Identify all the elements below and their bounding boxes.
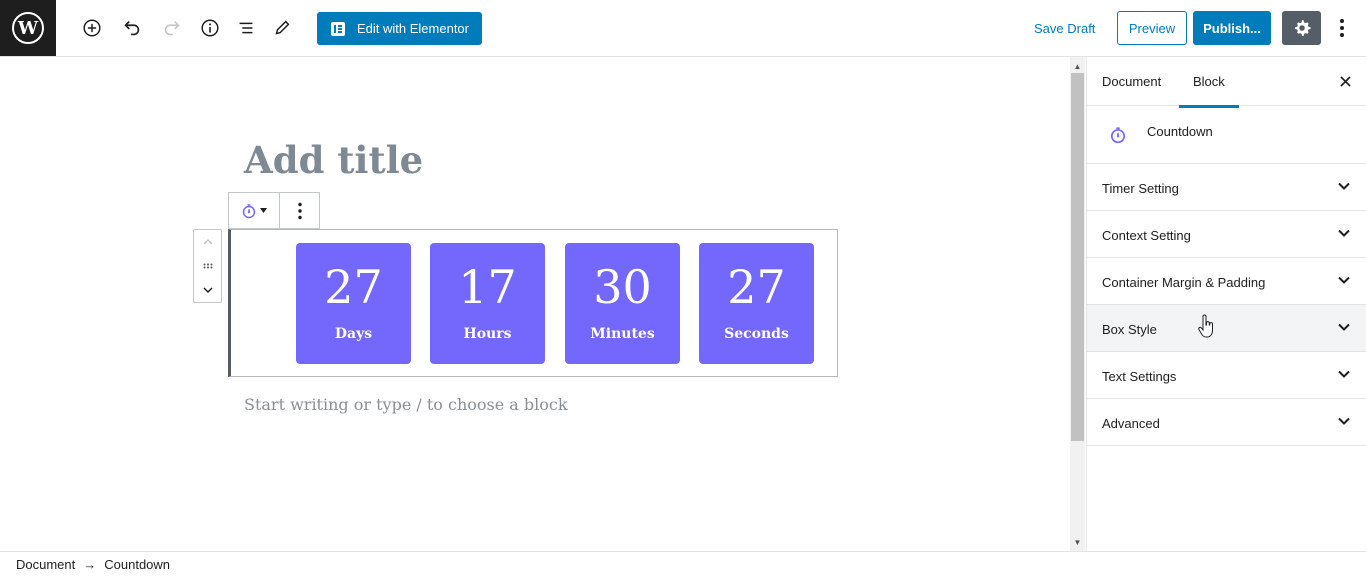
panel-title: Container Margin & Padding: [1102, 275, 1266, 290]
scrollbar-thumb[interactable]: [1071, 73, 1084, 441]
elementor-button-label: Edit with Elementor: [357, 21, 469, 36]
hand-pointer-cursor-icon: [1198, 314, 1213, 338]
countdown-minutes-box: 30 Minutes: [565, 243, 680, 364]
chevron-down-icon: [1338, 276, 1350, 284]
editor-scrollbar[interactable]: ▲ ▼: [1070, 57, 1085, 551]
default-block-appender[interactable]: Start writing or type / to choose a bloc…: [244, 395, 568, 414]
countdown-label: Days: [334, 326, 373, 342]
sidebar-tabs: Document Block: [1087, 57, 1366, 108]
scroll-up-arrow-icon[interactable]: ▲: [1070, 59, 1085, 73]
save-draft-button[interactable]: Save Draft: [1034, 21, 1095, 36]
panel-title: Box Style: [1102, 322, 1157, 337]
editor-header: W Edit with Elementor Save Draft Preview…: [0, 0, 1366, 57]
countdown-value: 27: [324, 260, 383, 314]
drag-handle-icon[interactable]: [203, 263, 213, 269]
move-down-icon[interactable]: [203, 287, 213, 293]
settings-sidebar: Document Block Countdown Timer Setting C…: [1086, 57, 1366, 551]
panel-box-style[interactable]: Box Style: [1087, 305, 1366, 352]
breadcrumb-item-countdown[interactable]: Countdown: [104, 557, 170, 572]
wordpress-logo-button[interactable]: W: [0, 0, 56, 56]
panel-timer-setting[interactable]: Timer Setting: [1087, 164, 1366, 211]
countdown-seconds-box: 27 Seconds: [699, 243, 814, 364]
move-up-icon[interactable]: [203, 239, 213, 245]
panel-title: Advanced: [1102, 416, 1160, 431]
countdown-icon: [242, 203, 256, 218]
list-view-icon: [239, 22, 253, 34]
block-card-title: Countdown: [1147, 124, 1213, 139]
vertical-ellipsis-icon: [297, 202, 302, 219]
panel-container-margin-padding[interactable]: Container Margin & Padding: [1087, 258, 1366, 305]
countdown-days-box: 27 Days: [296, 243, 411, 364]
info-icon: [201, 19, 219, 37]
panel-title: Context Setting: [1102, 228, 1191, 243]
panel-context-setting[interactable]: Context Setting: [1087, 211, 1366, 258]
countdown-label: Hours: [463, 326, 512, 342]
content-info-button[interactable]: [196, 14, 224, 42]
wordpress-icon: W: [12, 12, 44, 44]
plus-circle-icon: [83, 19, 101, 37]
panel-title: Text Settings: [1102, 369, 1177, 384]
countdown-hours-box: 17 Hours: [430, 243, 545, 364]
redo-button[interactable]: [158, 14, 186, 42]
scroll-down-arrow-icon[interactable]: ▼: [1070, 535, 1085, 549]
caret-down-icon: [260, 208, 267, 213]
add-block-button[interactable]: [78, 14, 106, 42]
breadcrumb: Document → Countdown: [0, 551, 1366, 576]
undo-icon: [124, 20, 140, 36]
more-menu-button[interactable]: [1330, 14, 1354, 42]
chevron-down-icon: [1338, 417, 1350, 425]
close-icon: [1339, 75, 1351, 87]
editor-canvas[interactable]: Add title 27 Days 17 Hours 30 Minutes 27…: [0, 57, 1070, 551]
pencil-icon: [275, 20, 290, 35]
panel-text-settings[interactable]: Text Settings: [1087, 352, 1366, 399]
redo-icon: [164, 20, 180, 36]
post-title-input[interactable]: Add title: [244, 138, 423, 182]
close-sidebar-button[interactable]: [1335, 71, 1355, 91]
breadcrumb-separator: →: [83, 556, 97, 572]
countdown-block[interactable]: 27 Days 17 Hours 30 Minutes 27 Seconds: [228, 229, 838, 377]
edit-with-elementor-button[interactable]: Edit with Elementor: [317, 12, 482, 45]
chevron-down-icon: [1338, 370, 1350, 378]
chevron-down-icon: [1338, 182, 1350, 190]
block-mover: [193, 229, 222, 303]
chevron-down-icon: [1338, 229, 1350, 237]
panel-advanced[interactable]: Advanced: [1087, 399, 1366, 446]
preview-button[interactable]: Preview: [1117, 11, 1187, 45]
tools-button[interactable]: [268, 14, 296, 42]
block-switcher-button[interactable]: [229, 193, 280, 228]
countdown-label: Seconds: [724, 326, 789, 342]
countdown-value: 27: [727, 260, 786, 314]
block-toolbar: [228, 192, 320, 229]
panel-title: Timer Setting: [1102, 181, 1179, 196]
countdown-value: 17: [458, 260, 517, 314]
undo-button[interactable]: [118, 14, 146, 42]
publish-button[interactable]: Publish...: [1193, 11, 1271, 45]
breadcrumb-item-document[interactable]: Document: [16, 557, 75, 572]
tab-block[interactable]: Block: [1179, 74, 1239, 108]
countdown-icon: [1110, 127, 1126, 144]
block-card: Countdown: [1087, 106, 1366, 164]
countdown-value: 30: [593, 260, 652, 314]
elementor-icon: [331, 21, 345, 36]
block-navigation-button[interactable]: [232, 14, 260, 42]
countdown-label: Minutes: [590, 326, 655, 342]
tab-document[interactable]: Document: [1102, 74, 1161, 89]
block-more-options-button[interactable]: [280, 193, 319, 228]
vertical-ellipsis-icon: [1340, 19, 1344, 37]
settings-button[interactable]: [1282, 11, 1321, 45]
chevron-down-icon: [1338, 323, 1350, 331]
gear-icon: [1294, 20, 1311, 36]
